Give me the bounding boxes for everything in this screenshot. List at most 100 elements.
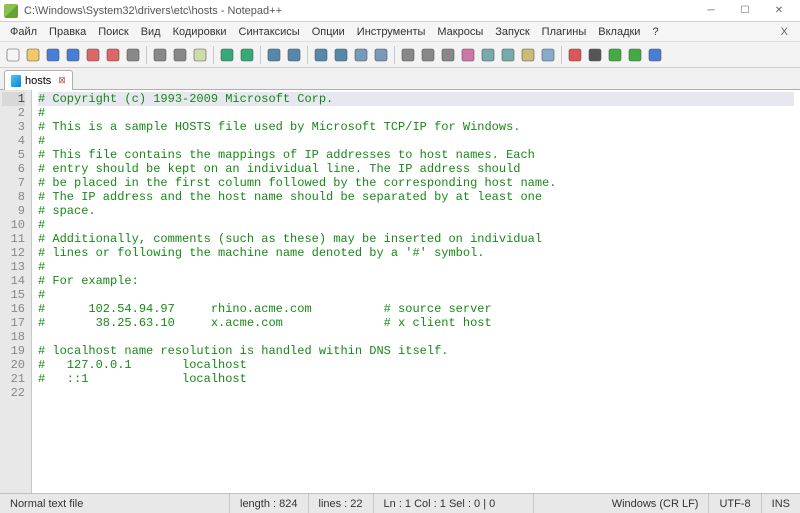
menu-item-2[interactable]: Поиск [92,24,134,40]
line-number: 11 [2,232,25,246]
code-area[interactable]: # Copyright (c) 1993-2009 Microsoft Corp… [32,90,800,493]
code-line[interactable]: # [38,218,794,232]
toolbar-separator [561,46,562,64]
menu-item-5[interactable]: Синтаксисы [233,24,306,40]
monitor-icon[interactable] [539,46,557,64]
zoom-out-icon[interactable] [332,46,350,64]
code-line[interactable]: # The IP address and the host name shoul… [38,190,794,204]
code-line[interactable]: # lines or following the machine name de… [38,246,794,260]
code-line[interactable]: # This is a sample HOSTS file used by Mi… [38,120,794,134]
file-icon [11,75,21,87]
doc-map-icon[interactable] [479,46,497,64]
menubar-close-x[interactable]: X [773,26,796,38]
line-number: 17 [2,316,25,330]
code-line[interactable]: # For example: [38,274,794,288]
toolbar-separator [307,46,308,64]
toolbar-separator [260,46,261,64]
cut-icon[interactable] [151,46,169,64]
close-file-icon[interactable] [84,46,102,64]
tab-label: hosts [25,75,51,87]
code-line[interactable]: # localhost name resolution is handled w… [38,344,794,358]
code-line[interactable]: # entry should be kept on an individual … [38,162,794,176]
code-line[interactable]: # 127.0.0.1 localhost [38,358,794,372]
func-list-icon[interactable] [499,46,517,64]
close-all-icon[interactable] [104,46,122,64]
status-bar: Normal text file length : 824 lines : 22… [0,493,800,513]
stop-macro-icon[interactable] [586,46,604,64]
menu-item-0[interactable]: Файл [4,24,43,40]
line-number: 21 [2,372,25,386]
code-line[interactable]: # Copyright (c) 1993-2009 Microsoft Corp… [38,92,794,106]
play-macro-icon[interactable] [606,46,624,64]
window-buttons: ─ ☐ ✕ [694,1,796,21]
code-line[interactable]: # 38.25.63.10 x.acme.com # x client host [38,316,794,330]
menu-item-12[interactable]: ? [646,24,664,40]
line-number: 16 [2,302,25,316]
code-line[interactable] [38,330,794,344]
editor[interactable]: 12345678910111213141516171819202122 # Co… [0,90,800,493]
toolbar-separator [213,46,214,64]
find-icon[interactable] [265,46,283,64]
line-number: 20 [2,358,25,372]
line-number: 7 [2,176,25,190]
new-file-icon[interactable] [4,46,22,64]
status-eol: Windows (CR LF) [602,494,710,513]
line-number: 22 [2,386,25,400]
wrap-icon[interactable] [399,46,417,64]
line-number: 5 [2,148,25,162]
menu-item-8[interactable]: Макросы [431,24,489,40]
code-line[interactable]: # [38,260,794,274]
menu-item-3[interactable]: Вид [135,24,167,40]
paste-icon[interactable] [191,46,209,64]
folder-tree-icon[interactable] [519,46,537,64]
play-multi-icon[interactable] [626,46,644,64]
code-line[interactable] [38,386,794,400]
tab-close-icon[interactable]: ⊠ [58,75,66,86]
code-line[interactable]: # [38,288,794,302]
replace-icon[interactable] [285,46,303,64]
sync-v-icon[interactable] [352,46,370,64]
minimize-button[interactable]: ─ [694,1,728,21]
line-number: 1 [2,92,25,106]
code-line[interactable]: # [38,134,794,148]
save-macro-icon[interactable] [646,46,664,64]
open-file-icon[interactable] [24,46,42,64]
menu-item-9[interactable]: Запуск [489,24,535,40]
menu-item-1[interactable]: Правка [43,24,92,40]
menu-item-4[interactable]: Кодировки [167,24,233,40]
menu-item-10[interactable]: Плагины [536,24,593,40]
status-length: length : 824 [230,494,309,513]
code-line[interactable]: # space. [38,204,794,218]
code-line[interactable]: # 102.54.94.97 rhino.acme.com # source s… [38,302,794,316]
indent-guide-icon[interactable] [439,46,457,64]
user-lang-icon[interactable] [459,46,477,64]
tab-hosts[interactable]: hosts ⊠ [4,70,73,90]
code-line[interactable]: # [38,106,794,120]
undo-icon[interactable] [218,46,236,64]
show-chars-icon[interactable] [419,46,437,64]
save-all-icon[interactable] [64,46,82,64]
code-line[interactable]: # be placed in the first column followed… [38,176,794,190]
line-number: 10 [2,218,25,232]
menu-item-11[interactable]: Вкладки [592,24,646,40]
maximize-button[interactable]: ☐ [728,1,762,21]
save-icon[interactable] [44,46,62,64]
sync-h-icon[interactable] [372,46,390,64]
menu-item-7[interactable]: Инструменты [351,24,432,40]
zoom-in-icon[interactable] [312,46,330,64]
print-icon[interactable] [124,46,142,64]
record-macro-icon[interactable] [566,46,584,64]
code-line[interactable]: # Additionally, comments (such as these)… [38,232,794,246]
line-number: 18 [2,330,25,344]
window-title: C:\Windows\System32\drivers\etc\hosts - … [24,5,694,17]
toolbar-separator [146,46,147,64]
status-encoding: UTF-8 [709,494,761,513]
status-lines: lines : 22 [309,494,374,513]
line-number: 9 [2,204,25,218]
copy-icon[interactable] [171,46,189,64]
code-line[interactable]: # This file contains the mappings of IP … [38,148,794,162]
menu-item-6[interactable]: Опции [306,24,351,40]
close-button[interactable]: ✕ [762,1,796,21]
code-line[interactable]: # ::1 localhost [38,372,794,386]
redo-icon[interactable] [238,46,256,64]
